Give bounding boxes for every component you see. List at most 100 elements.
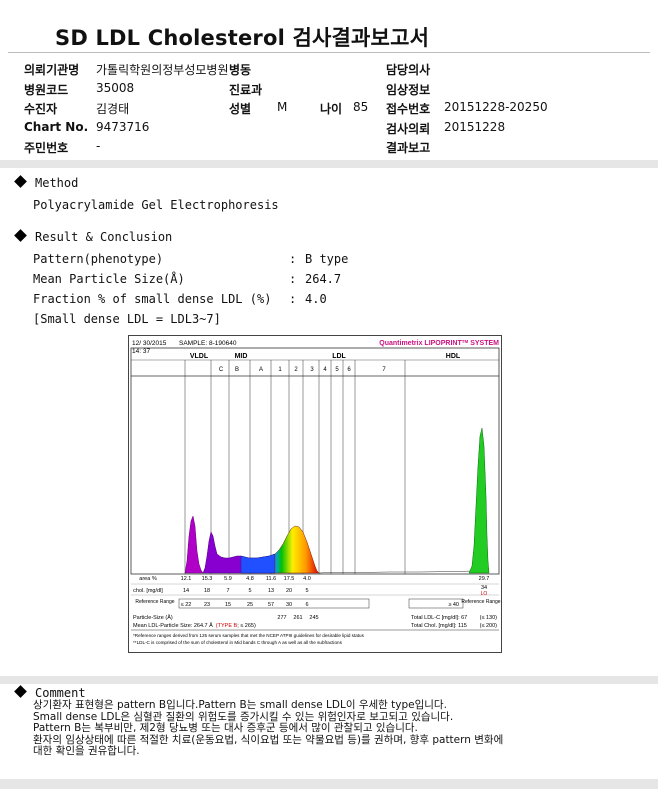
particle-size-value: 277 <box>277 615 286 621</box>
ref-value: 6 <box>305 602 308 608</box>
request-value: 20151228 <box>444 120 506 134</box>
diamond-bullet-icon <box>14 685 27 698</box>
ref-value: 57 <box>268 602 274 608</box>
header-divider <box>8 52 650 53</box>
area-value: 11.6 <box>266 576 276 582</box>
id-value: - <box>96 139 101 153</box>
chol-value: 14 <box>183 588 189 594</box>
diamond-bullet-icon <box>14 175 27 188</box>
chol-row-label: chol. [mg/dl] <box>133 588 163 594</box>
hospital-code-value: 35008 <box>96 81 135 95</box>
comment-heading: Comment <box>14 685 86 700</box>
patient-label: 수진자 <box>24 102 58 116</box>
dept-label: 진료과 <box>229 83 263 97</box>
footnote-1: *Reference ranges derived from 125 serum… <box>133 633 365 638</box>
request-label: 검사의뢰 <box>386 122 431 136</box>
ldl-band-label: 3 <box>310 367 314 373</box>
particle-size-value: 245 <box>309 615 318 621</box>
particle-size-label: Mean Particle Size(Å) <box>33 272 185 286</box>
mean-ldl-type: (TYPE B <box>216 623 238 629</box>
particle-size-row-label: Particle-Size (Å) <box>133 614 173 621</box>
particle-size-value: 264.7 <box>305 272 342 286</box>
result-heading: Result & Conclusion <box>14 229 173 244</box>
method-heading-text: Method <box>35 176 79 190</box>
age-label: 나이 <box>320 102 343 116</box>
method-heading: Method <box>14 175 79 190</box>
sex-label: 성별 <box>229 102 252 116</box>
fraction-value: 4.0 <box>305 292 327 306</box>
mid-header: MID <box>235 353 248 360</box>
mid-band-label: A <box>259 367 263 373</box>
institution-label: 의뢰기관명 <box>24 63 80 77</box>
total-chol-ref: (≤ 200) <box>480 623 498 629</box>
ref-value: 23 <box>204 602 210 608</box>
ref-row-label: Reference Range <box>135 599 174 605</box>
chol-value: 5 <box>305 588 308 594</box>
ldl-band-label: 1 <box>278 367 282 373</box>
diamond-bullet-icon <box>14 229 27 242</box>
area-value: 17.5 <box>284 576 295 582</box>
patient-value: 김경태 <box>96 102 130 116</box>
fraction-colon: : <box>289 292 297 306</box>
mid-band-label: B <box>235 367 239 373</box>
receipt-label: 접수번호 <box>386 102 431 116</box>
total-ldl: Total LDL-C [mg/dl]: 67 <box>411 615 467 621</box>
id-label: 주민번호 <box>24 141 69 155</box>
vldl-peak <box>184 515 204 574</box>
ref-value: 30 <box>286 602 292 608</box>
chart-brand-name: Quantimetrix LIPOPRINT <box>379 340 462 347</box>
ldl-band-label: 6 <box>347 367 351 373</box>
mean-ldl-size-text: Mean LDL-Particle Size: 264.7 Å <box>133 622 213 629</box>
particle-size-value: 261 <box>293 615 302 621</box>
lipoprint-chart-svg: 12/ 30/2015 14: 37 SAMPLE: 8-190640 Quan… <box>130 339 501 645</box>
chart-brand-suffix: SYSTEM <box>468 340 499 347</box>
ldl-band-label: 7 <box>382 367 386 373</box>
ldl-header: LDL <box>332 353 346 360</box>
chart-data-table: 12.1 15.3 5.9 4.8 11.6 17.5 4.0 14 18 7 5 13 20 5 ≤ 22… <box>181 576 319 621</box>
ldl-region <box>274 525 320 574</box>
ref-row-label-right: Reference Range <box>461 599 500 605</box>
chol-value: 7 <box>226 588 229 594</box>
area-value: 4.0 <box>303 576 311 582</box>
ward-label: 병동 <box>229 63 252 77</box>
vldl-header: VLDL <box>190 353 209 360</box>
chart-no-label: Chart No. <box>24 120 89 134</box>
mean-ldl-type-ref: ; ≤ 265) <box>237 623 256 629</box>
ref-value: 25 <box>247 602 253 608</box>
ref-hdl-value: ≥ 40 <box>448 602 459 608</box>
age-value: 85 <box>353 100 369 114</box>
area-value: 15.3 <box>202 576 213 582</box>
chol-hdl-flag: LO <box>481 591 488 597</box>
report-label: 결과보고 <box>386 141 431 155</box>
pattern-colon: : <box>289 252 297 266</box>
clinical-info-label: 임상정보 <box>386 83 431 97</box>
total-ldl-ref: (≤ 130) <box>480 615 498 621</box>
ldl-band-label: 5 <box>335 367 339 373</box>
footer-band <box>0 779 658 789</box>
ref-value: 15 <box>225 602 231 608</box>
area-row-label: area % <box>139 576 157 582</box>
pattern-value: B type <box>305 252 349 266</box>
area-hdl-value: 29.7 <box>479 576 490 582</box>
particle-size-colon: : <box>289 272 297 286</box>
comment-line: 대한 확인을 권유합니다. <box>33 745 140 757</box>
hospital-code-label: 병원코드 <box>24 83 69 97</box>
plot-frame <box>130 347 500 575</box>
comment-body: 상기환자 표현형은 pattern B입니다.Pattern B는 small … <box>33 699 503 758</box>
section-separator <box>0 160 658 168</box>
area-value: 5.9 <box>224 576 232 582</box>
baseline <box>318 570 472 574</box>
chart-brand: Quantimetrix LIPOPRINTTM SYSTEM <box>379 339 499 347</box>
chart-no-value: 9473716 <box>96 120 150 134</box>
footnote-2: **LDL-C is comprised of the sum of chole… <box>133 640 343 645</box>
chol-value: 18 <box>204 588 210 594</box>
section-separator <box>0 676 658 684</box>
total-chol: Total Chol. [mg/dl]: 115 <box>411 623 467 629</box>
comment-line: Pattern B는 복부비만, 제2형 당뇨병 또는 대사 증후군 등에서 많… <box>33 722 418 734</box>
institution-value: 가톨릭학원의정부성모병원 <box>96 63 229 77</box>
chol-value: 5 <box>248 588 251 594</box>
comment-heading-text: Comment <box>35 686 86 700</box>
report-title: SD LDL Cholesterol 검사결과보고서 <box>55 26 430 50</box>
ldl-band-label: 4 <box>323 367 327 373</box>
result-heading-text: Result & Conclusion <box>35 230 173 244</box>
